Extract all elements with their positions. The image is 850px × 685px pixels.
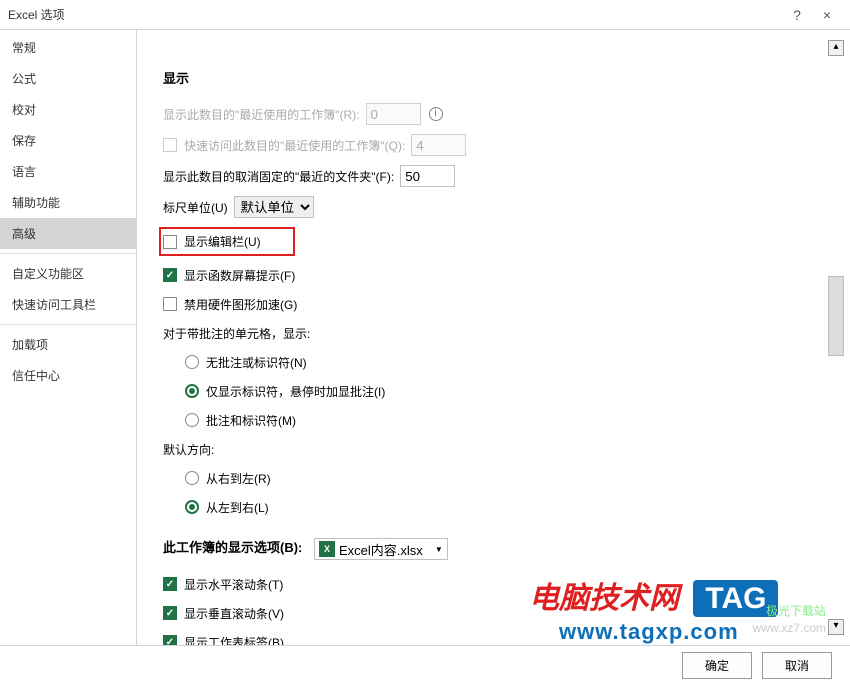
main-panel: ▴ ▾ 显示 显示此数目的"最近使用的工作簿"(R): i 快速访问此数目的"最… — [137, 30, 850, 645]
direction-ltr-radio[interactable] — [185, 500, 199, 514]
quick-access-label: 快速访问此数目的"最近使用的工作簿"(Q): — [184, 137, 405, 154]
comments-indicator-label: 仅显示标识符，悬停时加显批注(I) — [206, 383, 385, 400]
sidebar-item-general[interactable]: 常规 — [0, 32, 136, 63]
show-formula-bar-label: 显示编辑栏(U) — [184, 233, 261, 250]
quick-access-input — [411, 134, 466, 156]
sidebar-item-language[interactable]: 语言 — [0, 156, 136, 187]
help-button[interactable]: ? — [782, 7, 812, 23]
sidebar-item-formulas[interactable]: 公式 — [0, 63, 136, 94]
show-tabs-checkbox[interactable] — [163, 635, 177, 645]
sidebar-item-quick-access[interactable]: 快速访问工具栏 — [0, 289, 136, 320]
direction-rtl-label: 从右到左(R) — [206, 470, 271, 487]
sidebar-item-proofing[interactable]: 校对 — [0, 94, 136, 125]
unpinned-folders-input[interactable] — [400, 165, 455, 187]
ok-button[interactable]: 确定 — [682, 652, 752, 679]
watermark-jg-url: www.xz7.com — [753, 621, 826, 635]
info-icon[interactable]: i — [429, 107, 443, 121]
show-vscroll-checkbox[interactable] — [163, 606, 177, 620]
comments-none-radio[interactable] — [185, 355, 199, 369]
show-hscroll-checkbox[interactable] — [163, 577, 177, 591]
watermark-site: 电脑技术网 TAG — [529, 573, 778, 617]
highlighted-option: 显示编辑栏(U) — [159, 227, 295, 256]
direction-ltr-label: 从左到右(L) — [206, 499, 269, 516]
comments-indicator-radio[interactable] — [185, 384, 199, 398]
sidebar: 常规 公式 校对 保存 语言 辅助功能 高级 自定义功能区 快速访问工具栏 加载… — [0, 30, 137, 645]
quick-access-checkbox — [163, 138, 177, 152]
section-display-heading: 显示 — [163, 68, 840, 87]
watermark-url: www.tagxp.com — [559, 619, 739, 645]
scrollbar-thumb[interactable] — [828, 276, 844, 356]
comments-none-label: 无批注或标识符(N) — [206, 354, 307, 371]
show-hscroll-label: 显示水平滚动条(T) — [184, 576, 283, 593]
show-function-tooltips-checkbox[interactable] — [163, 268, 177, 282]
close-button[interactable]: × — [812, 7, 842, 23]
sidebar-item-customize-ribbon[interactable]: 自定义功能区 — [0, 258, 136, 289]
sidebar-item-advanced[interactable]: 高级 — [0, 218, 136, 249]
show-function-tooltips-label: 显示函数屏幕提示(F) — [184, 267, 295, 284]
watermark-jg: 极光下载站 — [766, 602, 826, 619]
sidebar-divider — [0, 253, 136, 254]
ruler-units-label: 标尺单位(U) — [163, 199, 228, 216]
comments-both-radio[interactable] — [185, 413, 199, 427]
show-vscroll-label: 显示垂直滚动条(V) — [184, 605, 284, 622]
chevron-down-icon: ▼ — [435, 545, 443, 554]
workbook-options-heading: 此工作簿的显示选项(B): — [163, 540, 302, 555]
unpinned-folders-label: 显示此数目的取消固定的"最近的文件夹"(F): — [163, 168, 394, 185]
sidebar-item-addins[interactable]: 加载项 — [0, 329, 136, 360]
workbook-filename: Excel内容.xlsx — [339, 540, 423, 559]
scroll-down-button[interactable]: ▾ — [828, 619, 844, 635]
comments-both-label: 批注和标识符(M) — [206, 412, 296, 429]
sidebar-item-accessibility[interactable]: 辅助功能 — [0, 187, 136, 218]
scroll-up-button[interactable]: ▴ — [828, 40, 844, 56]
show-tabs-label: 显示工作表标签(B) — [184, 634, 284, 646]
recent-workbooks-input — [366, 103, 421, 125]
disable-hw-accel-label: 禁用硬件图形加速(G) — [184, 296, 297, 313]
ruler-units-select[interactable]: 默认单位 — [234, 196, 314, 218]
window-title: Excel 选项 — [8, 6, 782, 23]
direction-heading: 默认方向: — [163, 441, 214, 458]
sidebar-divider — [0, 324, 136, 325]
excel-file-icon: X — [319, 541, 335, 557]
comments-heading: 对于带批注的单元格，显示: — [163, 325, 310, 342]
sidebar-item-save[interactable]: 保存 — [0, 125, 136, 156]
disable-hw-accel-checkbox[interactable] — [163, 297, 177, 311]
cancel-button[interactable]: 取消 — [762, 652, 832, 679]
workbook-file-select[interactable]: X Excel内容.xlsx ▼ — [314, 538, 448, 560]
sidebar-item-trust-center[interactable]: 信任中心 — [0, 360, 136, 391]
show-formula-bar-checkbox[interactable] — [163, 235, 177, 249]
direction-rtl-radio[interactable] — [185, 471, 199, 485]
recent-workbooks-label: 显示此数目的"最近使用的工作簿"(R): — [163, 106, 360, 123]
